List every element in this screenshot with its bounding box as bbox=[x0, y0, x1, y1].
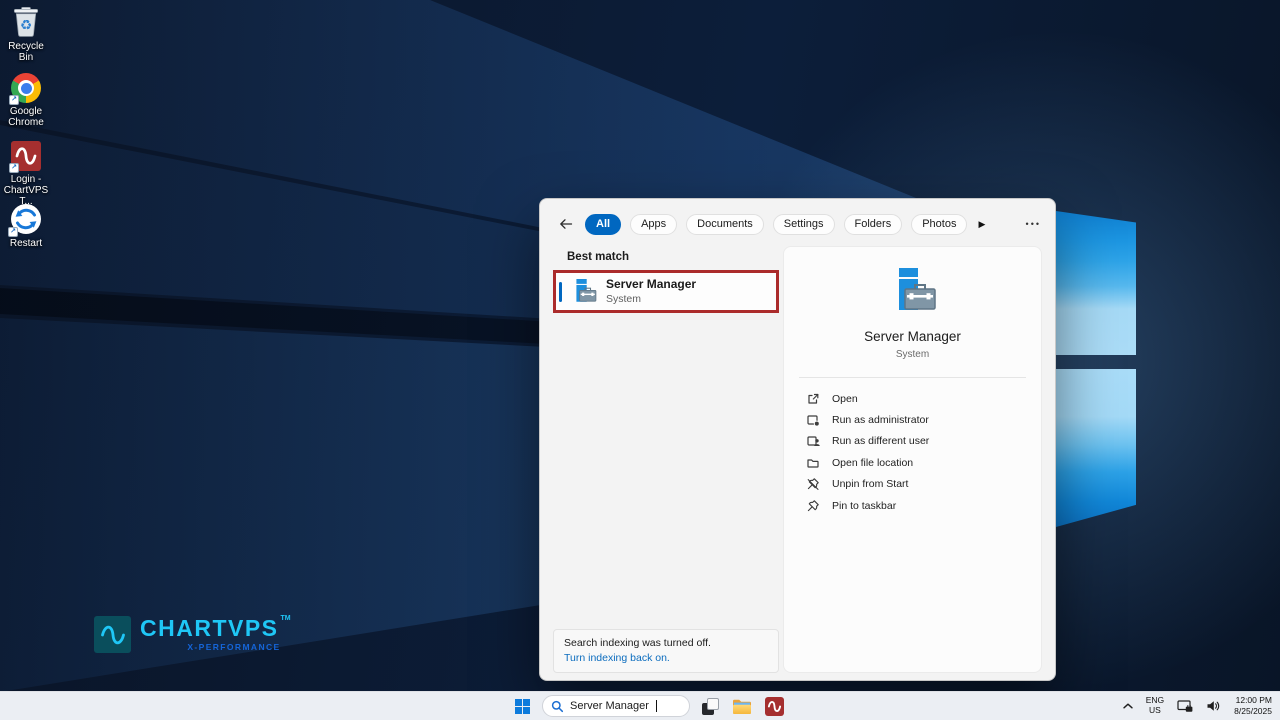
desktop-icon-label: Google bbox=[8, 106, 44, 117]
task-view-icon bbox=[702, 698, 719, 715]
taskbar-search-input[interactable]: Server Manager bbox=[542, 695, 690, 717]
search-flyout-panel: All Apps Documents Settings Folders Phot… bbox=[539, 198, 1056, 681]
network-button[interactable] bbox=[1175, 697, 1195, 715]
open-external-icon bbox=[806, 392, 820, 406]
action-label: Run as different user bbox=[832, 435, 929, 447]
desktop: ♻ Recycle Bin ↗ Google Chrome ↗ Login - … bbox=[0, 0, 1280, 720]
shortcut-arrow-icon: ↗ bbox=[8, 227, 18, 237]
region-code: US bbox=[1149, 706, 1161, 716]
preview-pane: Server Manager System Open bbox=[783, 246, 1042, 673]
desktop-icon-login-chartvps[interactable]: ↗ Login - ChartVPS T... bbox=[1, 141, 51, 208]
clock[interactable]: 12:00 PM 8/25/2025 bbox=[1232, 693, 1274, 718]
indexing-notice-link[interactable]: Turn indexing back on. bbox=[564, 651, 768, 666]
run-as-user-icon bbox=[806, 434, 820, 448]
windows-start-icon bbox=[515, 699, 530, 714]
preview-app-title: Server Manager bbox=[784, 329, 1041, 344]
file-explorer-icon bbox=[732, 698, 752, 715]
unpin-icon bbox=[806, 477, 820, 491]
language-indicator[interactable]: ENG US bbox=[1144, 694, 1166, 718]
back-button[interactable] bbox=[558, 217, 574, 231]
indexing-notice: Search indexing was turned off. Turn ind… bbox=[553, 629, 779, 673]
desktop-icon-recycle-bin[interactable]: ♻ Recycle Bin bbox=[1, 5, 51, 63]
action-unpin-from-start[interactable]: Unpin from Start bbox=[784, 474, 1041, 495]
result-title: Server Manager bbox=[606, 278, 696, 292]
wallpaper-window-pane-top bbox=[1056, 211, 1136, 355]
action-label: Open file location bbox=[832, 457, 913, 469]
file-explorer-button[interactable] bbox=[730, 694, 754, 718]
pin-icon bbox=[806, 499, 820, 513]
recycle-bin-icon: ♻ bbox=[11, 5, 41, 38]
system-tray: ENG US 12:00 PM 8/25/2025 bbox=[1121, 692, 1274, 720]
run-as-admin-icon bbox=[806, 413, 820, 427]
options-ellipsis-icon[interactable]: ••• bbox=[1026, 219, 1041, 229]
search-filter-tabs: All Apps Documents Settings Folders Phot… bbox=[558, 211, 1041, 237]
chevron-up-icon bbox=[1123, 703, 1133, 709]
network-icon bbox=[1177, 699, 1193, 713]
context-actions: Open Run as administrator Run as di bbox=[784, 388, 1041, 516]
watermark-brand: CHARTVPS bbox=[140, 617, 279, 640]
result-subtitle: System bbox=[606, 293, 696, 305]
action-run-as-different-user[interactable]: Run as different user bbox=[784, 431, 1041, 452]
volume-button[interactable] bbox=[1204, 697, 1223, 715]
text-cursor bbox=[656, 700, 657, 712]
action-pin-to-taskbar[interactable]: Pin to taskbar bbox=[784, 495, 1041, 516]
search-result-server-manager[interactable]: Server Manager System bbox=[556, 273, 776, 310]
action-label: Pin to taskbar bbox=[832, 500, 896, 512]
back-arrow-icon bbox=[558, 217, 574, 231]
action-run-as-administrator[interactable]: Run as administrator bbox=[784, 409, 1041, 430]
desktop-icon-label: Chrome bbox=[8, 117, 44, 128]
action-label: Open bbox=[832, 393, 858, 405]
start-button[interactable] bbox=[510, 694, 534, 718]
tab-apps[interactable]: Apps bbox=[630, 214, 677, 235]
chartvps-app-icon: ↗ bbox=[11, 141, 41, 171]
tray-date: 8/25/2025 bbox=[1234, 706, 1272, 717]
shortcut-arrow-icon: ↗ bbox=[9, 163, 19, 173]
task-view-button[interactable] bbox=[698, 694, 722, 718]
desktop-icon-restart[interactable]: ↗ Restart bbox=[1, 203, 51, 249]
action-label: Unpin from Start bbox=[832, 478, 908, 490]
selection-accent-bar bbox=[559, 282, 562, 302]
folder-icon bbox=[806, 456, 820, 470]
chartvps-watermark: CHARTVPS TM X-PERFORMANCE bbox=[94, 616, 291, 653]
tab-photos[interactable]: Photos bbox=[911, 214, 967, 235]
indexing-notice-message: Search indexing was turned off. bbox=[564, 636, 768, 651]
watermark-subtitle: X-PERFORMANCE bbox=[140, 642, 281, 652]
preview-app-subtitle: System bbox=[784, 349, 1041, 360]
wallpaper-window-pane-bottom bbox=[1056, 369, 1136, 527]
tab-folders[interactable]: Folders bbox=[844, 214, 903, 235]
server-manager-icon bbox=[889, 268, 937, 316]
shortcut-arrow-icon: ↗ bbox=[9, 95, 19, 105]
server-manager-icon bbox=[571, 279, 597, 305]
tab-settings[interactable]: Settings bbox=[773, 214, 835, 235]
speaker-icon bbox=[1206, 699, 1221, 713]
divider bbox=[799, 377, 1026, 378]
chartvps-icon bbox=[765, 697, 784, 716]
search-input-value: Server Manager bbox=[570, 700, 649, 712]
tab-documents[interactable]: Documents bbox=[686, 214, 764, 235]
svg-text:♻: ♻ bbox=[20, 18, 32, 34]
tray-time: 12:00 PM bbox=[1236, 695, 1272, 706]
desktop-icon-label: Restart bbox=[10, 238, 42, 249]
desktop-icon-label: Recycle Bin bbox=[1, 41, 51, 63]
desktop-icon-google-chrome[interactable]: ↗ Google Chrome bbox=[1, 73, 51, 128]
chartvps-logo-icon bbox=[94, 616, 131, 653]
tray-chevron-button[interactable] bbox=[1121, 701, 1135, 711]
action-open-file-location[interactable]: Open file location bbox=[784, 452, 1041, 473]
best-match-header: Best match bbox=[567, 251, 629, 263]
watermark-tm: TM bbox=[281, 615, 291, 622]
desktop-icon-label: Login - bbox=[1, 174, 51, 185]
chartvps-taskbar-button[interactable] bbox=[762, 694, 786, 718]
annotation-highlight-box: Server Manager System bbox=[553, 270, 779, 313]
search-icon bbox=[551, 700, 564, 713]
more-tabs-arrow-icon[interactable]: ▶ bbox=[978, 219, 985, 230]
action-label: Run as administrator bbox=[832, 414, 929, 426]
taskbar: Server Manager bbox=[0, 691, 1280, 720]
tab-all[interactable]: All bbox=[585, 214, 621, 235]
action-open[interactable]: Open bbox=[784, 388, 1041, 409]
